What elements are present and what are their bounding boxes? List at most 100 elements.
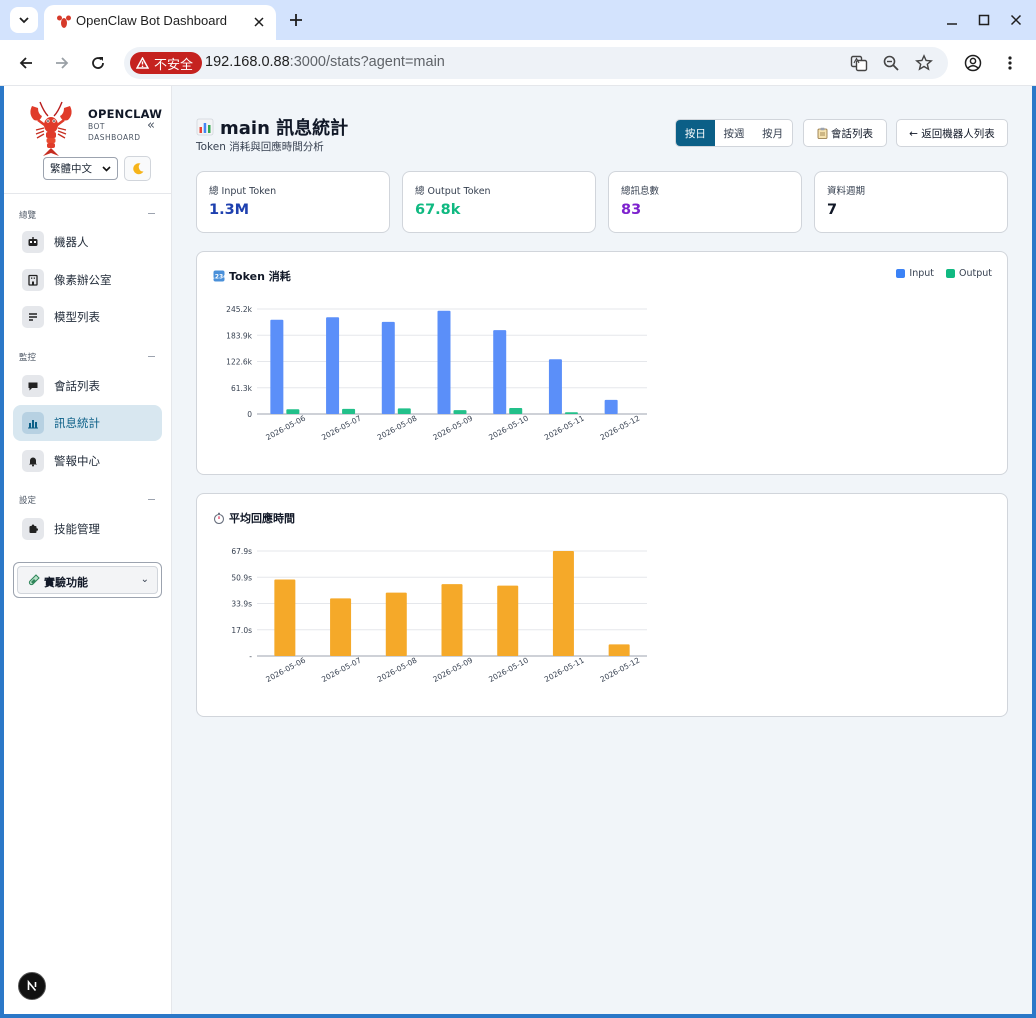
bar-chart-icon bbox=[22, 412, 44, 434]
translate-icon[interactable] bbox=[849, 53, 869, 73]
url-text: 192.168.0.88:3000/stats?agent=main bbox=[205, 54, 445, 70]
bell-icon bbox=[22, 450, 44, 472]
test-tube-icon bbox=[28, 574, 40, 586]
tab-search-dropdown-button[interactable] bbox=[10, 7, 38, 33]
y-tick-label: 245.2k bbox=[226, 305, 252, 314]
bar-value-2026-05-07[interactable] bbox=[330, 598, 352, 656]
section-collapse-settings[interactable] bbox=[148, 499, 155, 500]
x-tick-label: 2026-05-09 bbox=[431, 413, 474, 442]
bar-value-2026-05-11[interactable] bbox=[552, 551, 574, 656]
stat-card-input-token: 總 Input Token 1.3M bbox=[196, 171, 390, 233]
close-window-button[interactable] bbox=[1006, 10, 1026, 30]
robot-icon bbox=[22, 231, 44, 253]
browser-tab-bar: OpenClaw Bot Dashboard bbox=[0, 0, 1036, 40]
bar-input-2026-05-12[interactable] bbox=[604, 399, 618, 414]
x-tick-label: 2026-05-11 bbox=[543, 413, 586, 442]
bar-input-2026-05-10[interactable] bbox=[493, 330, 507, 414]
tab-close-icon[interactable] bbox=[250, 13, 268, 31]
bar-output-2026-05-09[interactable] bbox=[453, 410, 467, 414]
response-time-chart-card: 平均回應時間 67.9s 50.9s 33.9s 17.0s -2026-05-06 20… bbox=[196, 493, 1008, 717]
sidebar-item-models[interactable]: 模型列表 bbox=[13, 299, 162, 335]
more-vertical-icon bbox=[1008, 56, 1012, 70]
bar-value-2026-05-12[interactable] bbox=[608, 644, 630, 656]
x-tick-label: 2026-05-09 bbox=[431, 655, 474, 684]
tab-daily[interactable]: 按日 bbox=[676, 120, 715, 146]
bar-input-2026-05-06[interactable] bbox=[270, 319, 284, 414]
x-tick-label: 2026-05-12 bbox=[599, 413, 642, 442]
page-subtitle: Token 消耗與回應時間分析 bbox=[196, 141, 324, 153]
bar-input-2026-05-08[interactable] bbox=[381, 321, 395, 414]
browser-menu-button[interactable] bbox=[998, 51, 1022, 75]
theme-toggle-button[interactable] bbox=[124, 156, 151, 181]
sidebar-item-sessions[interactable]: 會話列表 bbox=[13, 368, 162, 404]
bar-chart-icon bbox=[196, 118, 214, 136]
sessions-list-button[interactable]: 會話列表 bbox=[803, 119, 887, 147]
back-button[interactable] bbox=[14, 51, 38, 75]
security-chip[interactable]: 不安全 bbox=[130, 52, 203, 74]
browser-tab[interactable]: OpenClaw Bot Dashboard bbox=[44, 5, 276, 40]
bookmark-star-icon[interactable] bbox=[914, 53, 934, 73]
minimize-window-button[interactable] bbox=[942, 10, 962, 30]
section-collapse-monitoring[interactable] bbox=[148, 356, 155, 357]
experimental-features-button[interactable]: 實驗功能 ⌄ bbox=[17, 566, 158, 594]
nextjs-dev-badge[interactable] bbox=[18, 972, 46, 1000]
sidebar-item-skills[interactable]: 技能管理 bbox=[13, 511, 162, 547]
new-tab-button[interactable] bbox=[286, 10, 306, 30]
bar-output-2026-05-06[interactable] bbox=[286, 409, 300, 414]
sidebar-item-alerts[interactable]: 警報中心 bbox=[13, 443, 162, 479]
x-tick-label: 2026-05-10 bbox=[487, 655, 530, 684]
stat-card-message-count: 總訊息數 83 bbox=[608, 171, 802, 233]
page-title: main 訊息統計 bbox=[196, 114, 348, 140]
bar-value-2026-05-10[interactable] bbox=[497, 585, 519, 656]
minimize-icon bbox=[947, 23, 957, 25]
reload-button[interactable] bbox=[86, 51, 110, 75]
experimental-features-label: 實驗功能 bbox=[44, 576, 88, 589]
url-host: 192.168.0.88 bbox=[205, 54, 290, 70]
sidebar-item-pixel-office[interactable]: 像素辦公室 bbox=[13, 262, 162, 298]
sidebar-divider bbox=[4, 193, 172, 194]
bar-output-2026-05-07[interactable] bbox=[342, 408, 356, 414]
back-to-bots-button[interactable]: ← 返回機器人列表 bbox=[896, 119, 1008, 147]
bar-input-2026-05-09[interactable] bbox=[437, 310, 451, 414]
address-bar[interactable]: 不安全 192.168.0.88:3000/stats?agent=main bbox=[124, 47, 948, 79]
sidebar-item-label: 像素辦公室 bbox=[54, 273, 112, 287]
collapse-sidebar-icon[interactable]: « bbox=[147, 118, 155, 133]
y-tick-label: 17.0s bbox=[231, 626, 252, 635]
x-tick-label: 2026-05-08 bbox=[376, 655, 419, 684]
x-tick-label: 2026-05-10 bbox=[487, 413, 530, 442]
security-label: 不安全 bbox=[154, 56, 194, 72]
y-tick-label: 0 bbox=[247, 410, 252, 419]
forward-button[interactable] bbox=[50, 51, 74, 75]
stat-value: 67.8k bbox=[415, 202, 461, 218]
sidebar-item-message-stats[interactable]: 訊息統計 bbox=[13, 405, 162, 441]
stat-value: 7 bbox=[827, 202, 838, 218]
sidebar-item-bots[interactable]: 機器人 bbox=[13, 224, 162, 260]
x-tick-label: 2026-05-07 bbox=[320, 655, 363, 684]
tab-monthly[interactable]: 按月 bbox=[753, 120, 792, 146]
bar-input-2026-05-11[interactable] bbox=[548, 359, 562, 414]
bar-output-2026-05-11[interactable] bbox=[564, 412, 578, 414]
page-title-text: main 訊息統計 bbox=[220, 118, 349, 139]
bar-value-2026-05-06[interactable] bbox=[274, 579, 296, 656]
bar-value-2026-05-08[interactable] bbox=[385, 592, 407, 656]
stat-label: 總 Output Token bbox=[415, 186, 491, 197]
bar-value-2026-05-09[interactable] bbox=[441, 584, 463, 656]
language-select[interactable]: 繁體中文 bbox=[43, 157, 118, 180]
zoom-icon[interactable] bbox=[881, 53, 901, 73]
lobster-favicon-icon bbox=[57, 15, 71, 28]
url-path: :3000/stats?agent=main bbox=[289, 54, 445, 70]
profile-button[interactable] bbox=[961, 51, 985, 75]
bar-output-2026-05-08[interactable] bbox=[397, 408, 411, 414]
sidebar-item-label: 警報中心 bbox=[54, 454, 100, 468]
experimental-features-toggle[interactable]: 實驗功能 ⌄ bbox=[13, 562, 162, 598]
x-tick-label: 2026-05-06 bbox=[264, 655, 307, 684]
bar-output-2026-05-10[interactable] bbox=[509, 408, 523, 414]
tab-weekly[interactable]: 按週 bbox=[715, 120, 754, 146]
nextjs-n-icon bbox=[27, 979, 37, 992]
bar-input-2026-05-07[interactable] bbox=[326, 317, 340, 414]
x-tick-label: 2026-05-08 bbox=[376, 413, 419, 442]
reload-icon bbox=[92, 57, 104, 69]
section-collapse-overview[interactable] bbox=[148, 213, 155, 214]
chevron-down-icon bbox=[19, 17, 29, 24]
maximize-window-button[interactable] bbox=[974, 10, 994, 30]
